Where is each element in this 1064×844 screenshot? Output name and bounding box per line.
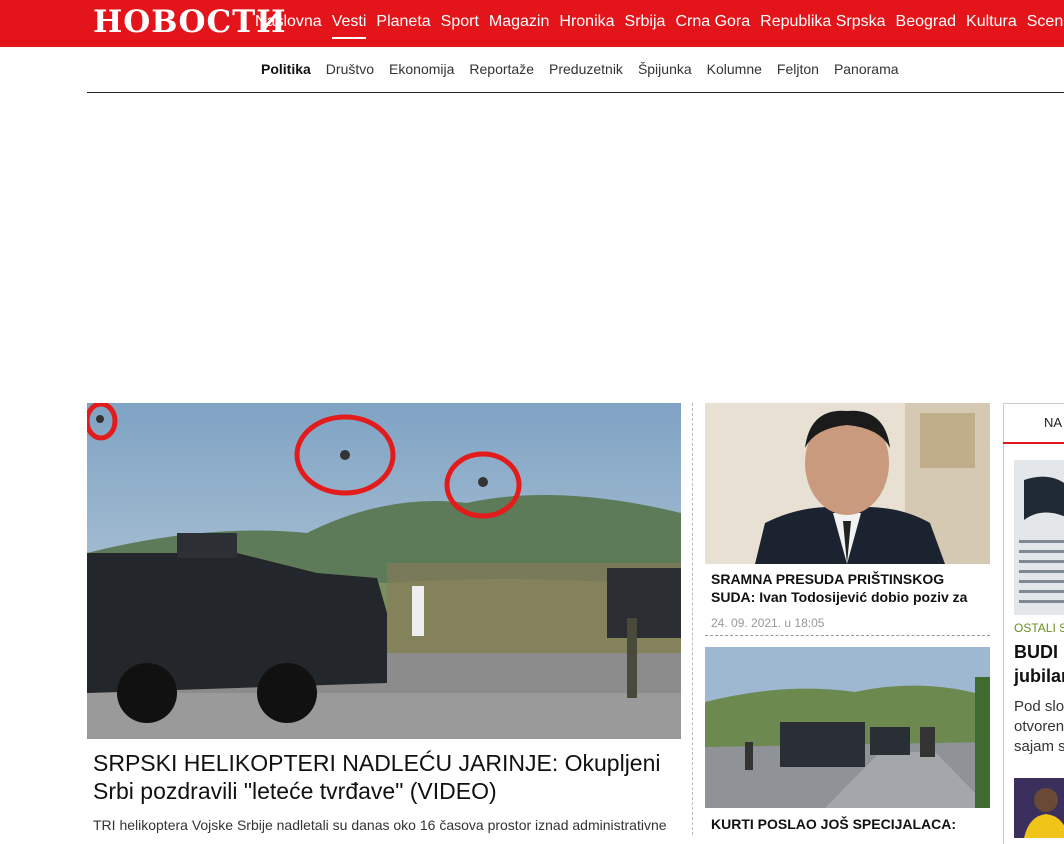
- nav-item-crna-gora[interactable]: Crna Gora: [675, 0, 750, 47]
- subnav-item-5[interactable]: Preduzetnik: [549, 61, 623, 77]
- subnav-item-1[interactable]: Politika: [261, 61, 311, 77]
- nav-item-planeta[interactable]: Planeta: [376, 0, 430, 47]
- main-article-image[interactable]: [87, 403, 681, 739]
- subnav-item-4[interactable]: Reportaže: [469, 61, 534, 77]
- column-divider: [692, 403, 693, 835]
- nav-item-scena[interactable]: Scena: [1027, 0, 1064, 47]
- nav-item-srbija[interactable]: Srbija: [625, 0, 666, 47]
- sub-nav: Politika Društvo Ekonomija Reportaže Preduze…: [87, 47, 1064, 93]
- subnav-item-8[interactable]: Feljton: [777, 61, 819, 77]
- subnav-item-7[interactable]: Kolumne: [707, 61, 762, 77]
- right-column-item-1-lead: Pod slo otvoren sajam s: [1014, 697, 1064, 757]
- card-1-date: 24. 09. 2021. u 18:05: [711, 616, 825, 630]
- right-column-item-1-title[interactable]: BUDI I jubilar: [1014, 640, 1064, 688]
- main-article-title[interactable]: SRPSKI HELIKOPTERI NADLEĆU JARINJE: Okup…: [93, 749, 678, 805]
- nav-item-kultura[interactable]: Kultura: [966, 0, 1017, 47]
- nav-item-magazin[interactable]: Magazin: [489, 0, 549, 47]
- right-lead-line1: Pod slo: [1014, 698, 1064, 715]
- nav-item-republika-srpska[interactable]: Republika Srpska: [760, 0, 885, 47]
- subnav-item-2[interactable]: Društvo: [326, 61, 374, 77]
- card-1-title-line2[interactable]: SUDA: Ivan Todosijević dobio poziv za: [711, 589, 967, 605]
- right-title-line2[interactable]: jubilar: [1014, 666, 1064, 686]
- subnav-item-6[interactable]: Špijunka: [638, 61, 692, 77]
- nav-item-hronika[interactable]: Hronika: [559, 0, 614, 47]
- main-article-title-line2[interactable]: Srbi pozdravili "leteće tvrđave" (VIDEO): [93, 778, 497, 804]
- card-1-title-line1[interactable]: SRAMNA PRESUDA PRIŠTINSKOG: [711, 571, 944, 587]
- nav-item-beograd[interactable]: Beograd: [896, 0, 957, 47]
- card-2-title-line1[interactable]: KURTI POSLAO JOŠ SPECIJALACA:: [711, 816, 956, 832]
- right-column-item-1-category[interactable]: OSTALI S: [1014, 621, 1064, 635]
- nav-item-naslovna[interactable]: Naslovna: [255, 0, 322, 47]
- right-column-item-2-image[interactable]: [1014, 778, 1064, 838]
- right-lead-line2: otvoren: [1014, 718, 1064, 735]
- main-article-title-line1[interactable]: SRPSKI HELIKOPTERI NADLEĆU JARINJE: Okup…: [93, 750, 661, 776]
- nav-item-vesti[interactable]: Vesti: [331, 0, 366, 47]
- main-article-lead: TRI helikoptera Vojske Srbije nadletali …: [93, 817, 667, 833]
- card-1-title[interactable]: SRAMNA PRESUDA PRIŠTINSKOG SUDA: Ivan To…: [711, 570, 986, 606]
- nav-item-sport[interactable]: Sport: [441, 0, 479, 47]
- card-2-title[interactable]: KURTI POSLAO JOŠ SPECIJALACA:: [711, 815, 986, 833]
- right-lead-line3: sajam s: [1014, 738, 1064, 755]
- main-nav: Naslovna Vesti Planeta Sport Magazin Hronika S…: [255, 0, 1064, 47]
- subnav-item-3[interactable]: Ekonomija: [389, 61, 454, 77]
- right-title-line1[interactable]: BUDI I: [1014, 642, 1064, 662]
- card-2-image[interactable]: [705, 647, 990, 808]
- subnav-item-9[interactable]: Panorama: [834, 61, 899, 77]
- top-bar: НОВОСТИ Naslovna Vesti Planeta Sport Magazin…: [0, 0, 1064, 47]
- ad-space: [87, 93, 1064, 393]
- right-column-tab-label[interactable]: NA: [1044, 415, 1062, 430]
- card-separator: [705, 635, 990, 636]
- right-column-item-1-image[interactable]: [1014, 460, 1064, 615]
- card-1-image[interactable]: [705, 403, 990, 564]
